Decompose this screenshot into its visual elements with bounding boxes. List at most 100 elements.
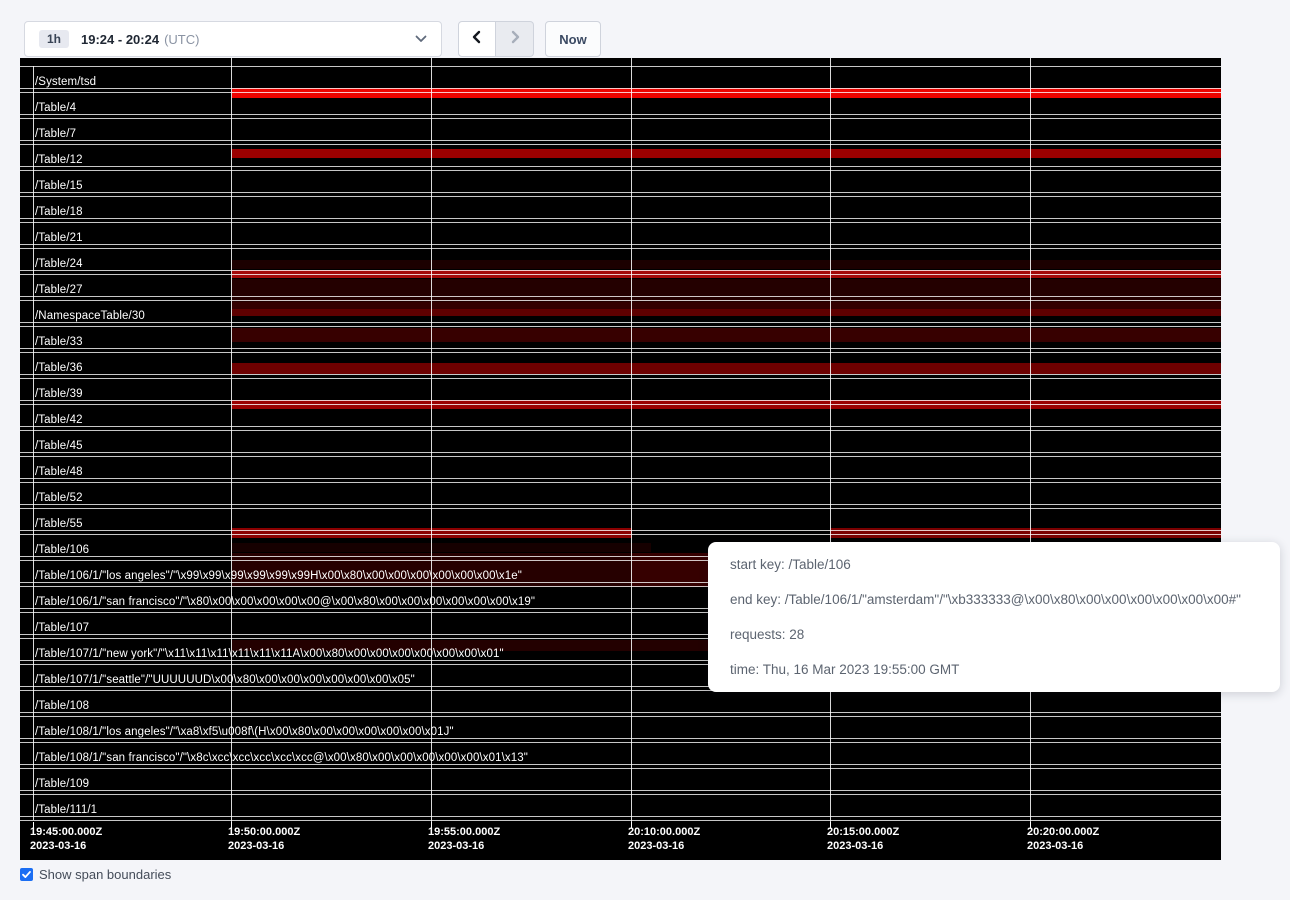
span-boundary-line xyxy=(20,88,1221,89)
span-boundary-line xyxy=(20,482,1221,483)
row-key-label: /Table/109 xyxy=(35,778,89,790)
time-axis-label: 20:10:00.000Z2023-03-16 xyxy=(628,825,700,853)
row-key-label: /Table/33 xyxy=(35,336,83,348)
span-boundary-line xyxy=(20,794,1221,795)
span-boundary-line xyxy=(20,196,1221,197)
span-boundary-line xyxy=(20,144,1221,145)
row-key-label: /Table/107/1/"new york"/"\x11\x11\x11\x1… xyxy=(35,648,504,660)
row-key-label: /Table/48 xyxy=(35,466,83,478)
row-key-label: /Table/45 xyxy=(35,440,83,452)
time-axis-label: 20:20:00.000Z2023-03-16 xyxy=(1027,825,1099,853)
tooltip-start-key: start key: /Table/106 xyxy=(730,557,1258,572)
row-key-label: /Table/52 xyxy=(35,492,83,504)
span-boundary-line xyxy=(20,534,1221,535)
span-boundary-line xyxy=(20,322,1221,323)
tooltip-end-key: end key: /Table/106/1/"amsterdam"/"\xb33… xyxy=(730,592,1258,607)
heat-band xyxy=(232,309,1221,316)
time-axis-label: 19:50:00.000Z2023-03-16 xyxy=(228,825,300,853)
span-boundary-line xyxy=(20,326,1221,327)
duration-badge: 1h xyxy=(39,30,69,48)
span-boundary-line xyxy=(20,716,1221,717)
span-boundary-line xyxy=(20,218,1221,219)
chevron-left-icon xyxy=(470,30,484,49)
tooltip-requests: requests: 28 xyxy=(730,627,1258,642)
span-boundary-line xyxy=(20,456,1221,457)
time-range-selector[interactable]: 1h 19:24 - 20:24 (UTC) xyxy=(24,21,442,57)
row-key-label: /Table/111/1 xyxy=(35,804,97,816)
row-key-label: /Table/27 xyxy=(35,284,83,296)
checkbox-label: Show span boundaries xyxy=(39,867,171,882)
span-boundary-line xyxy=(20,452,1221,453)
time-nav-group xyxy=(458,21,534,57)
checkbox-checked-icon[interactable] xyxy=(20,868,33,881)
span-boundary-line xyxy=(20,222,1221,223)
span-boundary-line xyxy=(20,244,1221,245)
heat-band xyxy=(232,328,1221,342)
span-boundary-line xyxy=(20,274,1221,275)
row-key-label: /Table/106/1/"san francisco"/"\x80\x00\x… xyxy=(35,596,535,608)
time-column-line xyxy=(431,58,432,822)
chevron-right-icon xyxy=(508,30,522,49)
span-boundary-line xyxy=(20,530,1221,531)
row-key-label: /Table/18 xyxy=(35,206,83,218)
row-key-label: /Table/108/1/"san francisco"/"\x8c\xcc\x… xyxy=(35,752,528,764)
row-key-label: /NamespaceTable/30 xyxy=(35,310,145,322)
row-key-label: /Table/106 xyxy=(35,544,89,556)
span-boundary-line xyxy=(20,118,1221,119)
span-boundary-line xyxy=(20,742,1221,743)
span-boundary-line xyxy=(20,426,1221,427)
time-axis-label: 19:55:00.000Z2023-03-16 xyxy=(428,825,500,853)
span-boundary-line xyxy=(20,170,1221,171)
row-key-label: /Table/42 xyxy=(35,414,83,426)
span-boundary-line xyxy=(20,66,1221,67)
span-boundary-line xyxy=(20,300,1221,301)
row-key-label: /Table/107/1/"seattle"/"UUUUUUD\x00\x80\… xyxy=(35,674,415,686)
heat-band xyxy=(232,260,1221,269)
row-key-label: /Table/15 xyxy=(35,180,83,192)
row-key-label: /Table/24 xyxy=(35,258,83,270)
key-axis-line xyxy=(33,66,34,820)
heat-band xyxy=(232,279,1221,302)
now-button[interactable]: Now xyxy=(545,21,601,57)
span-boundary-line xyxy=(20,768,1221,769)
span-boundary-line xyxy=(20,790,1221,791)
span-boundary-line xyxy=(20,270,1221,271)
span-boundary-line xyxy=(20,712,1221,713)
heat-band xyxy=(232,88,1221,98)
next-interval-button[interactable] xyxy=(496,21,534,57)
span-boundary-line xyxy=(20,738,1221,739)
span-boundary-line xyxy=(20,430,1221,431)
time-range-label: 19:24 - 20:24 xyxy=(81,32,159,47)
span-boundary-line xyxy=(20,296,1221,297)
previous-interval-button[interactable] xyxy=(458,21,496,57)
span-boundary-line xyxy=(20,348,1221,349)
show-span-boundaries-control[interactable]: Show span boundaries xyxy=(20,867,171,882)
time-column-line xyxy=(830,58,831,822)
row-key-label: /Table/108/1/"los angeles"/"\xa8\xf5\u00… xyxy=(35,726,454,738)
span-boundary-line xyxy=(20,248,1221,249)
row-key-label: /Table/12 xyxy=(35,154,83,166)
time-axis-label: 20:15:00.000Z2023-03-16 xyxy=(827,825,899,853)
row-key-label: /Table/7 xyxy=(35,128,76,140)
span-tooltip: start key: /Table/106 end key: /Table/10… xyxy=(708,542,1280,692)
chevron-down-icon xyxy=(415,35,427,43)
row-key-label: /System/tsd xyxy=(35,76,96,88)
span-boundary-line xyxy=(20,92,1221,93)
span-boundary-line xyxy=(20,378,1221,379)
span-boundary-line xyxy=(20,404,1221,405)
span-boundary-line xyxy=(20,400,1221,401)
time-column-line xyxy=(231,58,232,822)
heat-band xyxy=(232,149,1221,158)
span-boundary-line xyxy=(20,192,1221,193)
span-boundary-line xyxy=(20,504,1221,505)
span-boundary-line xyxy=(20,816,1221,817)
heat-band xyxy=(232,363,1221,374)
row-key-label: /Table/106/1/"los angeles"/"\x99\x99\x99… xyxy=(35,570,522,582)
tooltip-time: time: Thu, 16 Mar 2023 19:55:00 GMT xyxy=(730,662,1258,677)
row-key-label: /Table/21 xyxy=(35,232,83,244)
span-boundary-line xyxy=(20,764,1221,765)
heat-band xyxy=(232,302,1221,309)
timezone-label: (UTC) xyxy=(164,32,199,47)
key-visualizer-canvas[interactable]: /System/tsd/Table/4/Table/7/Table/12/Tab… xyxy=(20,58,1221,860)
row-key-label: /Table/39 xyxy=(35,388,83,400)
